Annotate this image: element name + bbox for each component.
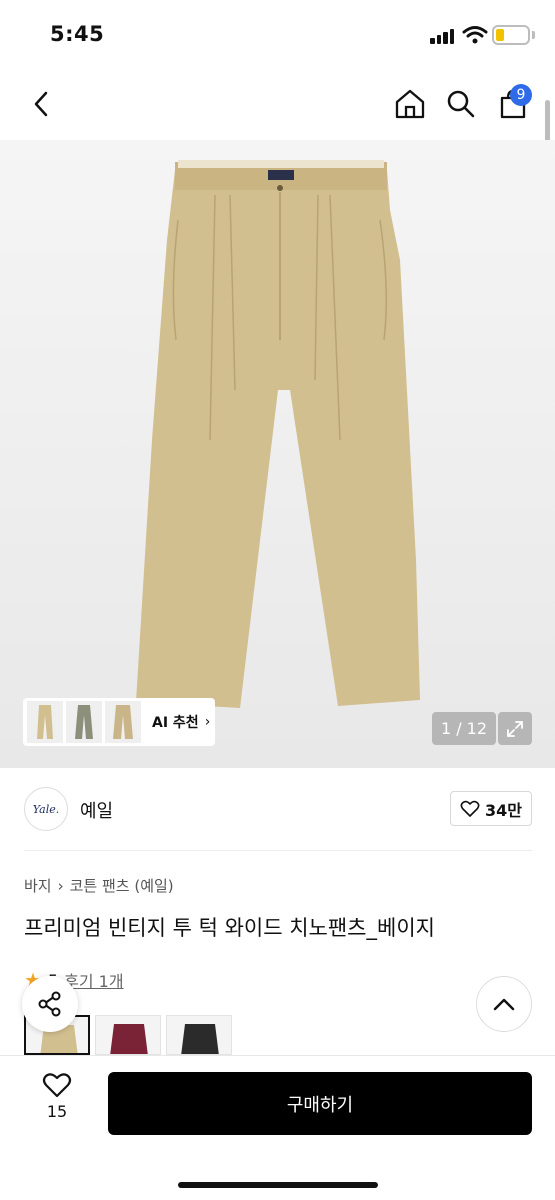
brand-like-count: 34만 (485, 800, 522, 820)
share-button[interactable] (22, 976, 78, 1032)
search-icon (447, 90, 475, 118)
swatch-image (110, 1024, 148, 1054)
buy-button[interactable]: 구매하기 (108, 1072, 532, 1135)
breadcrumb-subcategory[interactable]: 코튼 팬츠 (예일) (70, 875, 174, 896)
cart-badge: 9 (510, 84, 532, 106)
wishlist-button[interactable]: 15 (30, 1072, 84, 1132)
search-button[interactable] (440, 82, 482, 126)
product-image[interactable] (0, 140, 555, 768)
breadcrumb: 바지 › 코튼 팬츠 (예일) (24, 875, 174, 896)
color-option-black[interactable] (166, 1015, 232, 1055)
swatch-image (181, 1024, 219, 1054)
chevron-up-icon (493, 998, 515, 1011)
swatch-fill (110, 1024, 148, 1054)
chevron-right-icon: › (204, 714, 211, 730)
trousers-thumbnail (75, 705, 93, 739)
expand-button[interactable] (498, 712, 532, 745)
scroll-top-button[interactable] (476, 976, 532, 1032)
status-time: 5:45 (50, 22, 105, 46)
product-title: 프리미엄 빈티지 투 턱 와이드 치노팬츠_베이지 (24, 916, 435, 940)
swatch-fill (181, 1024, 219, 1054)
divider (24, 850, 532, 851)
trousers-illustration (136, 160, 420, 708)
trousers-thumbnail (113, 705, 133, 739)
trousers-thumbnail (37, 705, 53, 739)
heart-icon (460, 800, 480, 817)
expand-icon (507, 720, 523, 737)
brand-logo[interactable]: Yale. (24, 787, 68, 831)
back-button[interactable] (22, 82, 60, 126)
thumbnail[interactable] (105, 701, 141, 743)
battery-icon (492, 25, 530, 45)
thumbnail[interactable] (66, 701, 102, 743)
breadcrumb-category[interactable]: 바지 (24, 875, 52, 896)
brand-like-button[interactable]: 34만 (450, 791, 532, 826)
color-option-burgundy[interactable] (95, 1015, 161, 1055)
brand-name[interactable]: 예일 (80, 797, 113, 823)
thumbnail[interactable] (27, 701, 63, 743)
home-indicator (178, 1182, 378, 1188)
image-counter: 1 / 12 (432, 712, 496, 745)
wifi-icon (462, 26, 488, 44)
signal-icon (430, 28, 456, 44)
chevron-right-icon: › (57, 876, 64, 895)
status-bar: 5:45 (0, 0, 555, 70)
heart-icon (42, 1073, 72, 1098)
ai-recommend-strip[interactable]: AI 추천 › (23, 698, 215, 746)
wishlist-count: 15 (46, 1102, 68, 1121)
battery-tip (532, 31, 535, 39)
home-button[interactable] (390, 82, 430, 126)
share-icon (38, 991, 61, 1017)
chevron-left-icon (34, 91, 48, 117)
home-icon (395, 89, 425, 119)
ai-recommend-label: AI 추천 (152, 715, 199, 731)
